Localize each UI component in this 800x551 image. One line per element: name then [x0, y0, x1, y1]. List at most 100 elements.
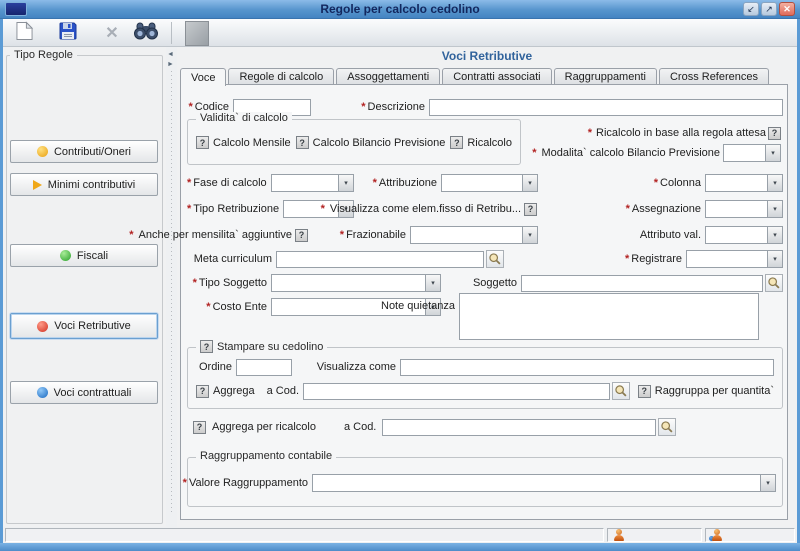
- calcolo-bilancio-previsione-checkbox[interactable]: ?: [296, 136, 309, 149]
- close-window-button[interactable]: ✕: [779, 2, 795, 16]
- costo-ente-label: *Costo Ente: [187, 301, 267, 313]
- mensilita-aggiuntive-label: Anche per mensilita` aggiuntive: [139, 229, 292, 241]
- note-quietanza-textarea[interactable]: [459, 293, 759, 340]
- descrizione-label: * Descrizione: [337, 101, 425, 113]
- meta-curriculum-lookup-button[interactable]: [486, 250, 504, 268]
- tab-regole-di-calcolo[interactable]: Regole di calcolo: [228, 68, 334, 85]
- calcolo-bilancio-previsione-field: ? Calcolo Bilancio Previsione: [296, 136, 446, 149]
- delete-icon: ✕: [105, 23, 118, 43]
- combo-arrow-icon: ▾: [767, 175, 782, 191]
- attributo-val-label: Attributo val.: [605, 229, 701, 241]
- green-sphere-icon: [60, 250, 71, 261]
- tipo-soggetto-label: *Tipo Soggetto: [187, 277, 267, 289]
- soggetto-input[interactable]: [521, 275, 763, 292]
- user-info-icon: [711, 529, 723, 541]
- status-cell-message: [5, 528, 604, 542]
- aggrega-lookup-button[interactable]: [612, 382, 630, 400]
- combo-arrow-icon: ▾: [767, 201, 782, 217]
- registrare-label: *Registrare: [504, 253, 682, 265]
- user-icon: [613, 529, 625, 541]
- registrare-select[interactable]: ▾: [686, 250, 783, 268]
- colonna-label: *Colonna: [605, 177, 701, 189]
- raggruppa-quantita-checkbox[interactable]: ?: [638, 385, 651, 398]
- tab-raggruppamenti[interactable]: Raggruppamenti: [554, 68, 657, 85]
- soggetto-lookup-button[interactable]: [765, 274, 783, 292]
- disabled-tool-icon: [185, 21, 209, 46]
- calcolo-mensile-field: ? Calcolo Mensile: [196, 136, 291, 149]
- restore-window-button[interactable]: ↙: [743, 2, 759, 16]
- combo-arrow-icon: ▾: [767, 251, 782, 267]
- aggrega-per-ricalcolo-input[interactable]: [382, 419, 656, 436]
- combo-arrow-icon: ▾: [765, 145, 780, 161]
- red-sphere-icon: [37, 321, 48, 332]
- tab-panel-voce: * Codice * Descrizione Validita` di calc…: [180, 84, 788, 520]
- tipo-soggetto-select[interactable]: ▾: [271, 274, 441, 292]
- splitter[interactable]: ◄ ►: [166, 47, 177, 527]
- ricalcolo-regola-attesa-checkbox[interactable]: ?: [768, 127, 781, 140]
- combo-arrow-icon: ▾: [767, 227, 782, 243]
- aggrega-checkbox[interactable]: ?: [196, 385, 209, 398]
- stampare-su-cedolino-legend: Stampare su cedolino: [217, 341, 323, 353]
- raggruppamento-contabile-group: Raggruppamento contabile *Valore Raggrup…: [187, 457, 783, 507]
- tab-contratti-associati[interactable]: Contratti associati: [442, 68, 551, 85]
- tab-assoggettamenti[interactable]: Assoggettamenti: [336, 68, 440, 85]
- validita-di-calcolo-legend: Validita` di calcolo: [196, 112, 292, 124]
- soggetto-label: Soggetto: [455, 277, 517, 289]
- frazionabile-select[interactable]: ▾: [410, 226, 538, 244]
- info-badge-icon: [708, 535, 715, 542]
- meta-curriculum-input[interactable]: [276, 251, 484, 268]
- aggrega-per-ricalcolo-lookup-button[interactable]: [658, 418, 676, 436]
- attribuzione-select[interactable]: ▾: [441, 174, 538, 192]
- aggrega-a-cod-input[interactable]: [303, 383, 610, 400]
- window-border-bottom: [0, 543, 800, 551]
- valore-raggruppamento-select[interactable]: ▾: [312, 474, 776, 492]
- combo-arrow-icon: ▾: [522, 175, 537, 191]
- sidebar-button-voci-contrattuali[interactable]: Voci contrattuali: [10, 381, 158, 404]
- raggruppa-quantita-label: Raggruppa per quantita`: [655, 385, 774, 397]
- maximize-window-button[interactable]: ↗: [761, 2, 777, 16]
- assegnazione-select[interactable]: ▾: [705, 200, 783, 218]
- titlebar: Regole per calcolo cedolino ↙ ↗ ✕: [0, 0, 800, 19]
- splitter-collapse-icon[interactable]: ◄: [167, 51, 174, 59]
- delete-button[interactable]: ✕: [99, 22, 125, 44]
- ordine-input[interactable]: [236, 359, 292, 376]
- stampare-su-cedolino-checkbox[interactable]: ?: [200, 340, 213, 353]
- search-button[interactable]: [133, 22, 159, 44]
- magnifier-icon: [660, 420, 674, 434]
- assegnazione-label: *Assegnazione: [605, 203, 701, 215]
- visualizza-elem-fisso-checkbox[interactable]: ?: [524, 203, 537, 216]
- sidebar-button-minimi-contributivi[interactable]: Minimi contributivi: [10, 173, 158, 196]
- tab-cross-references[interactable]: Cross References: [659, 68, 769, 85]
- modalita-calcolo-bp-label: Modalita` calcolo Bilancio Previsione: [541, 147, 720, 159]
- ordine-label: Ordine: [196, 361, 232, 373]
- status-cell-user-info: [705, 528, 795, 542]
- attribuzione-label: *Attribuzione: [361, 177, 437, 189]
- tipo-retribuzione-label: *Tipo Retribuzione: [187, 203, 279, 215]
- attributo-val-select[interactable]: ▾: [705, 226, 783, 244]
- combo-arrow-icon: ▾: [760, 475, 775, 491]
- page-title: Voci Retributive: [177, 49, 797, 63]
- main-panel: Voci Retributive Voce Regole di calcolo …: [177, 47, 797, 527]
- sidebar-button-contributi-oneri[interactable]: Contributi/Oneri: [10, 140, 158, 163]
- descrizione-input[interactable]: [429, 99, 783, 116]
- modalita-calcolo-bp-select[interactable]: ▾: [723, 144, 781, 162]
- fase-di-calcolo-select[interactable]: ▾: [271, 174, 354, 192]
- ricalcolo-regola-attesa-label: Ricalcolo in base alla regola attesa: [596, 127, 766, 139]
- save-button[interactable]: [55, 22, 81, 44]
- tab-voce[interactable]: Voce: [180, 68, 226, 86]
- status-bar: [3, 527, 797, 543]
- yellow-sphere-icon: [37, 146, 48, 157]
- sidebar-button-fiscali[interactable]: Fiscali: [10, 244, 158, 267]
- combo-arrow-icon: ▾: [425, 275, 440, 291]
- colonna-select[interactable]: ▾: [705, 174, 783, 192]
- calcolo-mensile-checkbox[interactable]: ?: [196, 136, 209, 149]
- aggrega-per-ricalcolo-checkbox[interactable]: ?: [193, 421, 206, 434]
- sidebar-button-voci-retributive[interactable]: Voci Retributive: [10, 313, 158, 339]
- visualizza-come-input[interactable]: [400, 359, 774, 376]
- combo-arrow-icon: ▾: [338, 175, 353, 191]
- visualizza-come-label: Visualizza come: [316, 361, 396, 373]
- new-document-button[interactable]: [11, 22, 37, 44]
- splitter-expand-icon[interactable]: ►: [167, 61, 174, 69]
- tab-strip: Voce Regole di calcolo Assoggettamenti C…: [180, 67, 771, 85]
- mensilita-aggiuntive-checkbox[interactable]: ?: [295, 229, 308, 242]
